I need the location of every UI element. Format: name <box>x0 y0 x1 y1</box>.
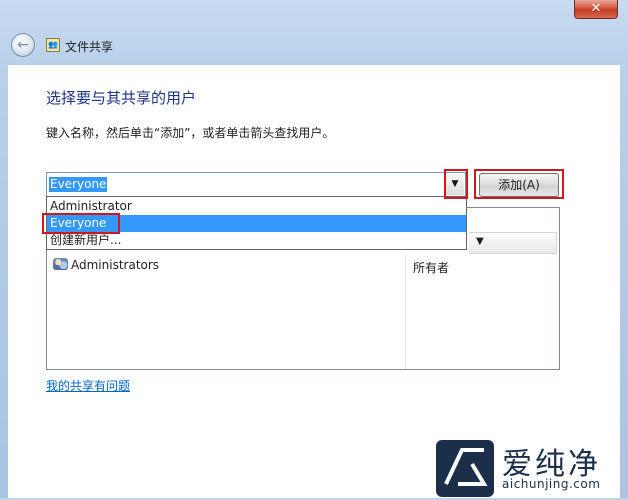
highlight-add-button-box <box>474 169 564 199</box>
user-name-combobox[interactable]: Everyone ▼ <box>46 172 466 197</box>
brand-domain: aichunjing.com <box>502 477 601 491</box>
chevron-down-icon: ▼ <box>476 236 484 247</box>
highlight-arrow-box <box>444 169 468 199</box>
title-bar: ← 👥 文件共享 <box>8 30 620 64</box>
highlight-everyone-box <box>42 213 120 234</box>
user-name-input[interactable]: Everyone <box>49 177 108 192</box>
permission-dropdown[interactable]: ▼ <box>469 232 557 254</box>
page-heading: 选择要与其共享的用户 <box>46 89 197 107</box>
table-cell-permission[interactable]: 所有者 <box>413 259 449 276</box>
dialog-content: 选择要与其共享的用户 键入名称，然后单击“添加”，或者单击箭头查找用户。 ▼ A… <box>8 65 620 498</box>
watermark: 爱纯净 aichunjing.com <box>436 439 620 498</box>
dropdown-item-create-new-user[interactable]: 创建新用户... <box>47 232 466 249</box>
sharing-help-link[interactable]: 我的共享有问题 <box>46 377 130 394</box>
window-title: 文件共享 <box>65 40 114 54</box>
column-divider <box>405 255 406 369</box>
file-sharing-icon: 👥 <box>46 38 60 52</box>
back-button[interactable]: ← <box>11 33 35 57</box>
table-cell-name: Administrators <box>71 258 160 272</box>
user-group-icon <box>53 258 68 270</box>
instruction-text: 键入名称，然后单击“添加”，或者单击箭头查找用户。 <box>46 126 335 140</box>
window-frame: ✕ ← 👥 文件共享 选择要与其共享的用户 键入名称，然后单击“添加”，或者单击… <box>0 0 628 498</box>
back-arrow-icon: ← <box>17 37 29 53</box>
table-row-user[interactable]: Administrators <box>53 258 159 272</box>
close-button[interactable]: ✕ <box>574 0 618 19</box>
brand-logo <box>436 440 494 497</box>
